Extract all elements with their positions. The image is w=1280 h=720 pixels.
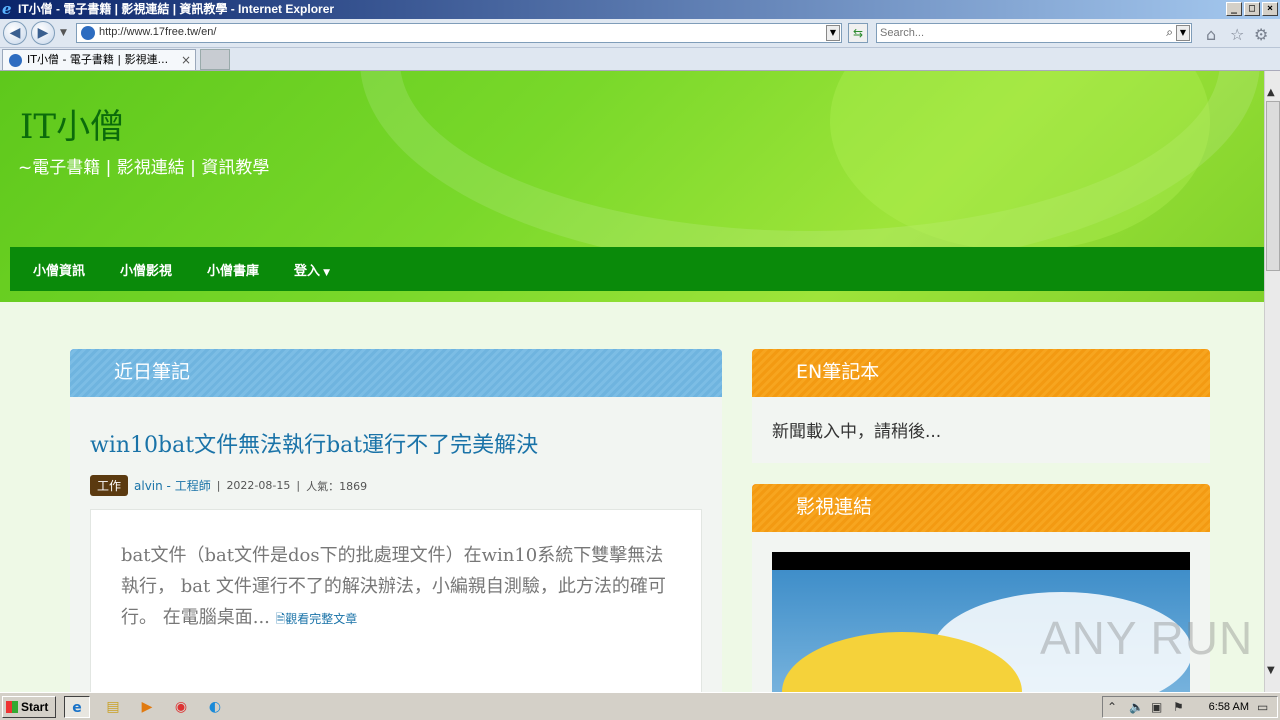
scroll-down-icon[interactable]: ▼ (1267, 665, 1275, 676)
window-controls: _ □ × (1226, 2, 1278, 16)
forward-arrow-icon: ▶ (37, 25, 49, 41)
site-subtitle: ~電子書籍 | 影視連結 | 資訊教學 (18, 158, 270, 178)
taskbar-explorer-icon[interactable]: ▤ (100, 696, 126, 718)
tab-favicon-icon (9, 54, 22, 67)
search-dropdown-icon[interactable]: ▼ (1176, 25, 1190, 41)
scrollbar-thumb[interactable] (1266, 101, 1280, 271)
vertical-scrollbar[interactable]: ▲ ▼ (1264, 71, 1280, 692)
address-bar[interactable]: http://www.17free.tw/en/ ▼ (76, 23, 842, 43)
post-date: 2022-08-15 (226, 479, 291, 492)
post-excerpt: bat文件（bat文件是dos下的批處理文件）在win10系統下雙擊無法執行， … (121, 545, 666, 628)
address-dropdown-icon[interactable]: ▼ (826, 25, 840, 41)
network-icon[interactable]: ▣ (1151, 700, 1162, 714)
taskbar-edge-icon[interactable]: ◐ (202, 696, 228, 718)
system-tray: ⌃ 🔈 ▣ ⚑ 6:58 AM ▭ (1102, 696, 1278, 718)
taskbar: Start e ▤ ▶ ◉ ◐ ⌃ 🔈 ▣ ⚑ 6:58 AM ▭ (0, 692, 1280, 720)
refresh-button[interactable]: ⇆ (848, 23, 868, 43)
back-button[interactable]: ◀ (3, 21, 27, 45)
post-title-link[interactable]: win10bat文件無法執行bat運行不了完美解決 (90, 427, 538, 459)
settings-gear-icon[interactable]: ⚙ (1254, 25, 1268, 44)
home-icon[interactable]: ⌂ (1206, 25, 1216, 44)
meta-separator: | (296, 479, 301, 492)
action-center-flag-icon[interactable]: ⚑ (1173, 700, 1184, 714)
meta-separator: | (216, 479, 221, 492)
history-dropdown-icon[interactable]: ▼ (60, 28, 67, 38)
start-label: Start (21, 700, 49, 714)
video-links-heading: 影視連結 (752, 484, 1210, 532)
tab-close-icon[interactable]: × (181, 50, 191, 70)
category-tag[interactable]: 工作 (90, 475, 129, 496)
post-excerpt-box: bat文件（bat文件是dos下的批處理文件）在win10系統下雙擊無法執行， … (90, 509, 702, 692)
tab-active[interactable]: IT小僧 - 電子書籍 | 影視連... × (2, 49, 196, 70)
tab-bar: IT小僧 - 電子書籍 | 影視連... × (0, 48, 1280, 71)
new-tab-button[interactable] (200, 49, 230, 70)
recent-notes-heading: 近日筆記 (70, 349, 722, 397)
en-notebook-panel: EN筆記本 新聞載入中，請稍後... (752, 349, 1210, 463)
search-input[interactable] (880, 26, 1150, 40)
start-button[interactable]: Start (2, 696, 56, 718)
menu-item-info[interactable]: 小僧資訊 (22, 260, 109, 279)
page-viewport: IT小僧 ~電子書籍 | 影視連結 | 資訊教學 小僧資訊 小僧影視 小僧書庫 … (0, 71, 1264, 692)
taskbar-chrome-icon[interactable]: ◉ (168, 696, 194, 718)
browser-navbar: ◀ ▶ ▼ http://www.17free.tw/en/ ▼ ⇆ ⌕ ▼ ⌂… (0, 19, 1280, 48)
favorites-star-icon[interactable]: ☆ (1230, 25, 1244, 44)
read-more-link[interactable]: 🗎觀看完整文章 (276, 612, 358, 626)
menu-item-video[interactable]: 小僧影視 (109, 260, 196, 279)
search-icon[interactable]: ⌕ (1166, 25, 1173, 40)
tab-title: IT小僧 - 電子書籍 | 影視連... (27, 53, 169, 66)
window-titlebar: e IT小僧 - 電子書籍 | 影視連結 | 資訊教學 - Internet E… (0, 0, 1280, 19)
minimize-button[interactable]: _ (1226, 2, 1242, 16)
news-loading-text: 新聞載入中，請稍後... (772, 422, 942, 442)
menu-item-login[interactable]: 登入 ▼ (283, 260, 354, 279)
en-notebook-heading: EN筆記本 (752, 349, 1210, 397)
maximize-button[interactable]: □ (1244, 2, 1260, 16)
recent-notes-panel: 近日筆記 win10bat文件無法執行bat運行不了完美解決 工作 alvin … (70, 349, 722, 692)
show-desktop-icon[interactable]: ▭ (1257, 700, 1268, 714)
site-title[interactable]: IT小僧 (20, 99, 124, 148)
taskbar-media-player-icon[interactable]: ▶ (134, 696, 160, 718)
post-popularity: 人氣：1869 (306, 479, 368, 493)
address-url[interactable]: http://www.17free.tw/en/ (99, 26, 216, 38)
ie-logo-icon: e (2, 0, 12, 18)
login-label: 登入 (294, 263, 321, 279)
window-title: IT小僧 - 電子書籍 | 影視連結 | 資訊教學 - Internet Exp… (18, 2, 335, 16)
forward-button[interactable]: ▶ (31, 21, 55, 45)
document-icon: 🗎 (275, 612, 286, 626)
caret-down-icon: ▼ (323, 267, 330, 278)
search-box[interactable]: ⌕ ▼ (876, 23, 1192, 43)
post-meta: 工作 alvin - 工程師 | 2022-08-15 | 人氣：1869 (90, 475, 367, 496)
author-link[interactable]: alvin - 工程師 (134, 477, 211, 494)
anyrun-watermark: ANY RUN (1040, 612, 1254, 664)
site-header: IT小僧 ~電子書籍 | 影視連結 | 資訊教學 小僧資訊 小僧影視 小僧書庫 … (0, 71, 1264, 302)
back-arrow-icon: ◀ (9, 25, 21, 41)
scroll-up-icon[interactable]: ▲ (1267, 87, 1275, 98)
volume-icon[interactable]: 🔈 (1129, 700, 1144, 714)
taskbar-ie-icon[interactable]: e (64, 696, 90, 718)
read-more-label: 觀看完整文章 (285, 612, 358, 626)
page-favicon-icon (81, 26, 95, 40)
refresh-icon: ⇆ (852, 26, 864, 40)
menu-item-library[interactable]: 小僧書庫 (196, 260, 283, 279)
close-button[interactable]: × (1262, 2, 1278, 16)
clock[interactable]: 6:58 AM (1209, 701, 1249, 713)
windows-flag-icon (6, 701, 18, 713)
main-menu: 小僧資訊 小僧影視 小僧書庫 登入 ▼ (10, 247, 1264, 291)
tray-expand-icon[interactable]: ⌃ (1107, 700, 1117, 714)
